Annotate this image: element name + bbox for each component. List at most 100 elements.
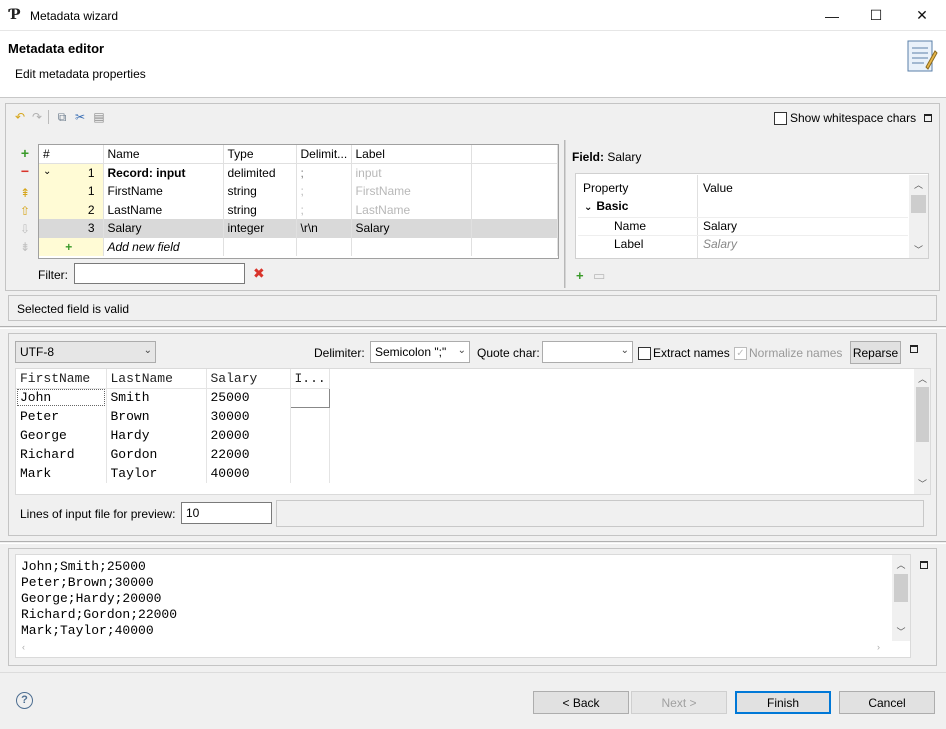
remove-field-icon[interactable]: −	[18, 163, 32, 179]
table-row[interactable]: John Smith 25000	[16, 387, 330, 408]
quote-char-select[interactable]: ⌄	[542, 341, 633, 363]
move-top-icon[interactable]: ⇞	[18, 186, 32, 200]
preview-table[interactable]: FirstName LastName Salary I... John Smit…	[15, 368, 931, 495]
preview-cell[interactable]: 20000	[206, 426, 291, 445]
preview-header-salary[interactable]: Salary	[206, 369, 291, 389]
scroll-down-icon[interactable]: ﹀	[909, 243, 928, 256]
basic-section[interactable]: ⌄ Basic	[584, 199, 628, 213]
redo-icon[interactable]: ↷	[30, 110, 44, 124]
filter-input[interactable]	[74, 263, 245, 284]
move-bottom-icon[interactable]: ⇟	[18, 240, 32, 254]
preview-cell[interactable]: 30000	[206, 407, 291, 426]
reparse-button[interactable]: Reparse	[850, 341, 901, 364]
restore-icon[interactable]	[910, 345, 918, 353]
move-up-icon[interactable]: ⇧	[18, 204, 32, 218]
raw-text-scrollbar[interactable]: ︿ ﹀	[892, 555, 910, 641]
column-header-type[interactable]: Type	[223, 145, 297, 164]
scroll-left-icon[interactable]: ‹	[22, 642, 25, 652]
preview-cell[interactable]: Mark	[16, 464, 107, 483]
raw-text-area[interactable]: John;Smith;25000 Peter;Brown;30000 Georg…	[15, 554, 911, 658]
preview-cell[interactable]: 40000	[206, 464, 291, 483]
scroll-thumb[interactable]	[911, 195, 926, 213]
table-row[interactable]: Richard Gordon 22000	[16, 445, 330, 464]
preview-cell[interactable]	[290, 426, 330, 445]
clear-filter-icon[interactable]: ✖	[253, 265, 265, 282]
sash[interactable]	[0, 326, 946, 329]
add-field-icon[interactable]: +	[18, 145, 32, 161]
preview-cell[interactable]: Taylor	[106, 464, 207, 483]
preview-cell[interactable]: Smith	[106, 388, 207, 407]
column-header-num[interactable]: #	[39, 145, 104, 164]
normalize-names-checkbox[interactable]: ✓	[734, 347, 747, 360]
fields-table[interactable]: # Name Type Delimit... Label ⌄ 1 Record: …	[38, 144, 559, 259]
remove-property-icon[interactable]: ▭	[593, 268, 605, 284]
sash[interactable]	[0, 541, 946, 544]
scroll-right-icon[interactable]: ›	[877, 642, 880, 652]
table-row[interactable]: 2 LastName string ; LastName	[39, 200, 558, 219]
maximize-button[interactable]: ☐	[853, 0, 899, 31]
preview-scrollbar[interactable]: ︿ ﹀	[914, 369, 930, 494]
encoding-select[interactable]: UTF-8 ⌄	[15, 341, 156, 363]
copy-icon[interactable]: ⧉	[55, 110, 69, 124]
scroll-thumb[interactable]	[916, 387, 929, 442]
close-button[interactable]: ✕	[899, 0, 945, 31]
add-row-icon[interactable]: +	[39, 237, 104, 256]
table-row-selected[interactable]: 3 Salary integer \r\n Salary	[39, 219, 558, 238]
preview-cell[interactable]: Peter	[16, 407, 107, 426]
preview-cell[interactable]	[290, 445, 330, 464]
minimize-button[interactable]: —	[809, 0, 855, 31]
restore-icon[interactable]	[920, 561, 928, 569]
finish-button[interactable]: Finish	[735, 691, 831, 714]
field-properties-table[interactable]: Property Value ⌄ Basic Name Salary Label …	[575, 173, 929, 259]
record-row[interactable]: ⌄ 1 Record: input delimited ; input	[39, 163, 558, 182]
preview-cell[interactable]: Richard	[16, 445, 107, 464]
paste-icon[interactable]: ▤	[92, 110, 106, 124]
preview-cell[interactable]: Gordon	[106, 445, 207, 464]
table-row[interactable]: 1 FirstName string ; FirstName	[39, 182, 558, 201]
show-whitespace-checkbox[interactable]	[774, 112, 787, 125]
name-property-value[interactable]: Salary	[703, 219, 737, 233]
preview-cell[interactable]	[290, 464, 330, 483]
preview-header-extra[interactable]: I...	[290, 369, 330, 389]
undo-icon[interactable]: ↶	[13, 110, 27, 124]
preview-cell[interactable]: George	[16, 426, 107, 445]
cut-icon[interactable]: ✂	[73, 110, 87, 124]
raw-text-hscrollbar[interactable]: ‹ ›	[16, 641, 892, 657]
back-button[interactable]: < Back	[533, 691, 629, 714]
preview-cell[interactable]: 25000	[206, 388, 291, 407]
preview-cell[interactable]: John	[16, 388, 107, 407]
splitter[interactable]	[564, 140, 566, 288]
restore-icon[interactable]	[924, 114, 932, 122]
preview-cell[interactable]	[290, 407, 330, 426]
column-header-label[interactable]: Label	[351, 145, 472, 164]
add-new-field-row[interactable]: + Add new field	[39, 237, 558, 256]
help-icon[interactable]: ?	[16, 692, 33, 709]
preview-cell[interactable]: Brown	[106, 407, 207, 426]
preview-cell[interactable]: 22000	[206, 445, 291, 464]
extract-names-checkbox[interactable]	[638, 347, 651, 360]
label-property-value[interactable]: Salary	[703, 237, 737, 251]
scroll-down-icon[interactable]: ﹀	[892, 625, 910, 638]
column-header-delimiter[interactable]: Delimit...	[296, 145, 352, 164]
preview-header-lastname[interactable]: LastName	[106, 369, 207, 389]
scroll-up-icon[interactable]: ︿	[909, 178, 928, 191]
delimiter-select[interactable]: Semicolon ";" ⌄	[370, 341, 470, 363]
add-new-field-label[interactable]: Add new field	[103, 237, 224, 256]
preview-lines-input[interactable]: 10	[181, 502, 272, 524]
chevron-down-icon[interactable]: ⌄	[43, 166, 51, 177]
scroll-up-icon[interactable]: ︿	[914, 372, 930, 385]
preview-cell[interactable]	[289, 387, 330, 408]
scroll-down-icon[interactable]: ﹀	[914, 477, 930, 490]
preview-header-firstname[interactable]: FirstName	[16, 369, 107, 389]
next-button[interactable]: Next >	[631, 691, 727, 714]
preview-cell[interactable]: Hardy	[106, 426, 207, 445]
add-property-icon[interactable]: +	[576, 268, 584, 283]
table-row[interactable]: Peter Brown 30000	[16, 407, 330, 426]
table-row[interactable]: Mark Taylor 40000	[16, 464, 330, 483]
table-row[interactable]: George Hardy 20000	[16, 426, 330, 445]
properties-scrollbar[interactable]: ︿ ﹀	[909, 175, 928, 258]
move-down-icon[interactable]: ⇩	[18, 222, 32, 236]
scroll-thumb[interactable]	[894, 574, 908, 602]
column-header-name[interactable]: Name	[103, 145, 224, 164]
scroll-up-icon[interactable]: ︿	[892, 558, 910, 571]
